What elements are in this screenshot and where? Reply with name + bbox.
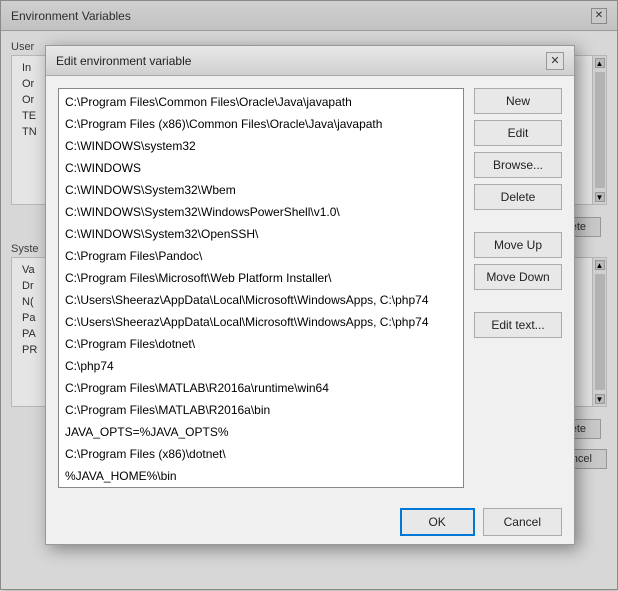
edit-text-button[interactable]: Edit text... (474, 312, 562, 338)
path-list[interactable]: C:\Program Files\Common Files\Oracle\Jav… (59, 89, 463, 487)
list-item[interactable]: C:\WINDOWS\System32\OpenSSH\ (61, 223, 461, 245)
button-spacer (474, 216, 562, 226)
move-up-button[interactable]: Move Up (474, 232, 562, 258)
path-list-container: C:\Program Files\Common Files\Oracle\Jav… (58, 88, 464, 488)
move-down-button[interactable]: Move Down (474, 264, 562, 290)
list-item[interactable]: C:\WINDOWS\System32\Wbem (61, 179, 461, 201)
list-item[interactable]: C:\WINDOWS\System32\WindowsPowerShell\v1… (61, 201, 461, 223)
buttons-panel: New Edit Browse... Delete Move Up Move D… (474, 88, 562, 488)
button-spacer-2 (474, 296, 562, 306)
list-item[interactable]: %JAVA_HOME%\bin (61, 465, 461, 487)
ok-button[interactable]: OK (400, 508, 475, 536)
list-item[interactable]: C:\WINDOWS (61, 157, 461, 179)
list-item[interactable]: C:\Program Files (x86)\Common Files\Orac… (61, 113, 461, 135)
modal-titlebar: Edit environment variable ✕ (46, 46, 574, 76)
list-item[interactable]: C:\Program Files\Pandoc\ (61, 245, 461, 267)
list-item[interactable]: C:\Users\Sheeraz\AppData\Local\Microsoft… (61, 311, 461, 333)
list-item[interactable]: C:\WINDOWS\system32 (61, 135, 461, 157)
list-item[interactable]: C:\Program Files\MATLAB\R2016a\bin (61, 399, 461, 421)
list-item[interactable]: C:\Program Files\MATLAB\R2016a\runtime\w… (61, 377, 461, 399)
modal-body: C:\Program Files\Common Files\Oracle\Jav… (46, 76, 574, 500)
delete-button[interactable]: Delete (474, 184, 562, 210)
modal-close-button[interactable]: ✕ (546, 52, 564, 70)
edit-button[interactable]: Edit (474, 120, 562, 146)
list-item[interactable]: C:\Program Files\Common Files\Oracle\Jav… (61, 91, 461, 113)
list-item[interactable]: C:\php74 (61, 355, 461, 377)
browse-button[interactable]: Browse... (474, 152, 562, 178)
list-item[interactable]: C:\Users\Sheeraz\AppData\Local\Microsoft… (61, 289, 461, 311)
modal-footer: OK Cancel (46, 500, 574, 544)
modal-dialog: Edit environment variable ✕ C:\Program F… (45, 45, 575, 545)
modal-title: Edit environment variable (56, 54, 191, 68)
list-item[interactable]: C:\Program Files\Microsoft\Web Platform … (61, 267, 461, 289)
list-item[interactable]: JAVA_OPTS=%JAVA_OPTS% (61, 421, 461, 443)
list-item[interactable]: C:\Program Files\dotnet\ (61, 333, 461, 355)
new-button[interactable]: New (474, 88, 562, 114)
list-item[interactable]: C:\Program Files (x86)\dotnet\ (61, 443, 461, 465)
cancel-button[interactable]: Cancel (483, 508, 562, 536)
